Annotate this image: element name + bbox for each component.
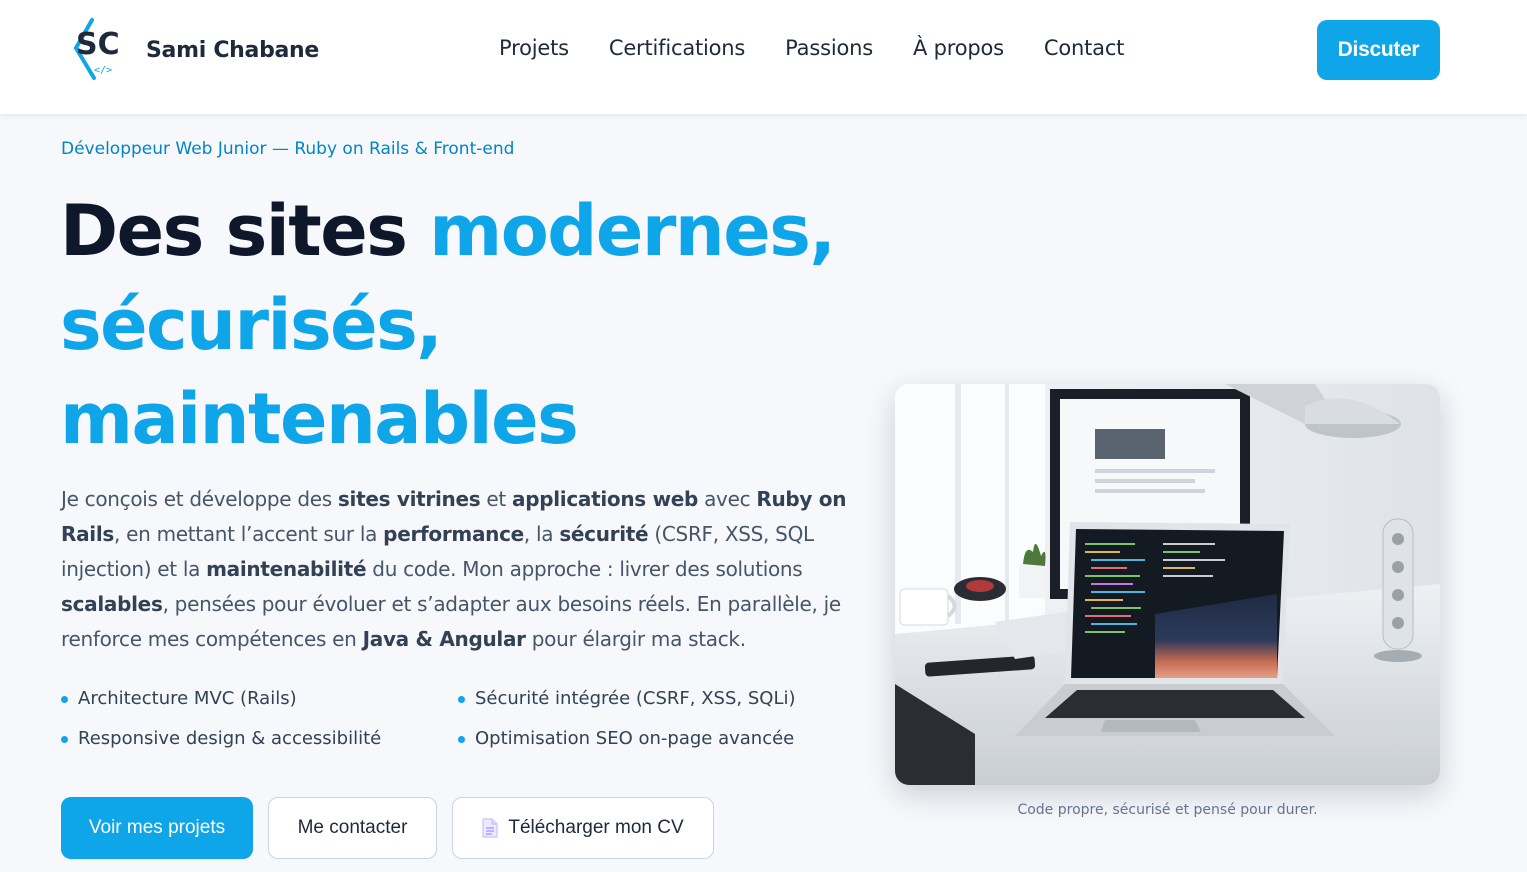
- photo-caption: Code propre, sécurisé et pensé pour dure…: [1017, 802, 1318, 818]
- contact-me-button[interactable]: Me contacter: [268, 797, 437, 859]
- feature-item: Architecture MVC (Rails): [61, 688, 458, 710]
- bullet-dot-icon: [61, 695, 68, 703]
- nav-link-passions[interactable]: Passions: [785, 36, 873, 60]
- headline-accent-modernes: modernes,: [429, 190, 836, 272]
- discuter-button[interactable]: Discuter: [1317, 20, 1440, 80]
- intro-text: Je conçois et développe des: [61, 487, 338, 511]
- intro-text: , la: [523, 522, 560, 546]
- svg-text:</>: </>: [94, 65, 112, 76]
- intro-strong: Java & Angular: [362, 627, 526, 651]
- download-cv-button[interactable]: Télécharger mon CV: [452, 797, 714, 859]
- feature-item: Responsive design & accessibilité: [61, 728, 458, 750]
- bullet-dot-icon: [458, 735, 465, 743]
- feature-item: Sécurité intégrée (CSRF, XSS, SQLi): [458, 688, 818, 710]
- nav-link-a-propos[interactable]: À propos: [913, 36, 1004, 60]
- hero-intro: Je conçois et développe des sites vitrin…: [61, 482, 851, 657]
- hero-photo: [895, 384, 1440, 785]
- nav-link-certifications[interactable]: Certifications: [609, 36, 745, 60]
- brand-name[interactable]: Sami Chabane: [146, 38, 319, 63]
- headline-accent-securises: sécurisés,: [60, 284, 443, 366]
- headline-plain: Des sites: [60, 190, 430, 272]
- site-header: SC </> Sami Chabane Projets Certificatio…: [0, 0, 1527, 115]
- sc-logo-icon[interactable]: SC </>: [70, 18, 130, 80]
- document-icon: [482, 818, 498, 838]
- bullet-dot-icon: [458, 695, 465, 703]
- nav-link-projets[interactable]: Projets: [499, 36, 569, 60]
- intro-strong: sécurité: [559, 522, 649, 546]
- intro-text: , en mettant l’accent sur la: [114, 522, 384, 546]
- feature-label: Optimisation SEO on-page avancée: [475, 728, 795, 749]
- svg-text:SC: SC: [76, 27, 120, 62]
- main-nav: Projets Certifications Passions À propos…: [499, 36, 1124, 60]
- feature-list: Architecture MVC (Rails) Sécurité intégr…: [61, 688, 821, 750]
- view-projects-button[interactable]: Voir mes projets: [61, 797, 253, 859]
- feature-label: Architecture MVC (Rails): [78, 688, 297, 709]
- nav-link-contact[interactable]: Contact: [1044, 36, 1125, 60]
- intro-text: et: [480, 487, 513, 511]
- intro-strong: maintenabilité: [206, 557, 367, 581]
- intro-text: pour élargir ma stack.: [525, 627, 746, 651]
- intro-strong: sites vitrines: [337, 487, 481, 511]
- intro-text: avec: [698, 487, 757, 511]
- hero-headline: Des sites modernes, sécurisés, maintenab…: [60, 184, 860, 466]
- feature-item: Optimisation SEO on-page avancée: [458, 728, 818, 750]
- feature-label: Sécurité intégrée (CSRF, XSS, SQLi): [475, 688, 796, 709]
- intro-text: du code. Mon approche : livrer des solut…: [366, 557, 803, 581]
- intro-strong: applications web: [512, 487, 699, 511]
- intro-strong: scalables: [61, 592, 163, 616]
- feature-label: Responsive design & accessibilité: [78, 728, 382, 749]
- laptop-desk-illustration: [895, 384, 1440, 785]
- bullet-dot-icon: [61, 735, 68, 743]
- headline-accent-maintenables: maintenables: [60, 378, 579, 460]
- hero-eyebrow: Développeur Web Junior — Ruby on Rails &…: [61, 139, 515, 159]
- download-cv-label: Télécharger mon CV: [508, 817, 684, 838]
- intro-strong: performance: [383, 522, 524, 546]
